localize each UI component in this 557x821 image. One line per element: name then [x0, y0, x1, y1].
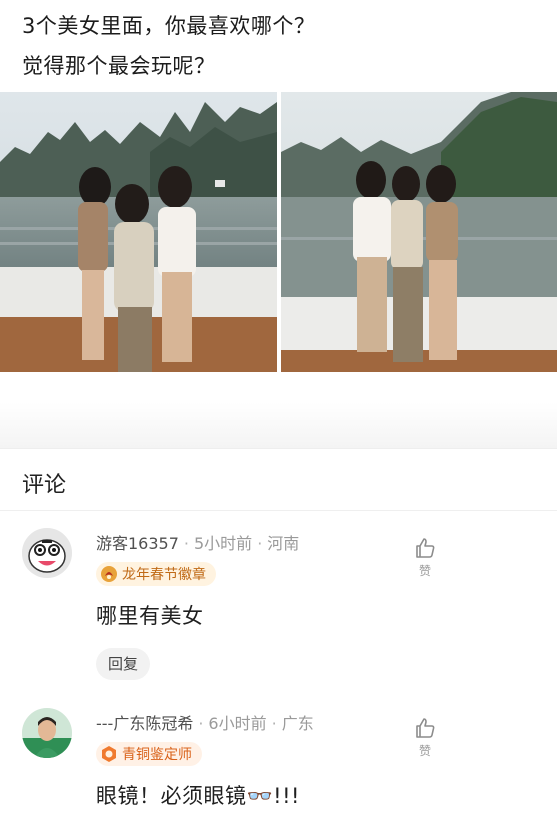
user-badge[interactable]: 青铜鉴定师	[96, 742, 202, 766]
like-label: 赞	[418, 744, 431, 758]
thumbs-up-icon	[416, 718, 435, 738]
comment-meta: ---广东陈冠希 · 6小时前 · 广东	[96, 714, 314, 733]
comments-title: 评论	[22, 473, 67, 498]
photo-1[interactable]	[0, 92, 277, 372]
comment-item: ---广东陈冠希 · 6小时前 · 广东 青铜鉴定师 眼镜！必须眼镜👓!!! 赞	[0, 706, 557, 821]
comment-username[interactable]: 游客16357	[96, 534, 179, 553]
like-button[interactable]: 赞	[410, 716, 440, 759]
reply-button[interactable]: 回复	[96, 648, 151, 680]
comments-header: 评论	[0, 448, 557, 510]
avatar[interactable]	[22, 528, 72, 578]
comment-text: 哪里有美女	[96, 604, 204, 628]
post-text: 3个美女里面，你最喜欢哪个？ 觉得那个最会玩呢？	[22, 6, 542, 86]
comment-username[interactable]: ---广东陈冠希	[96, 714, 193, 733]
photo-grid	[0, 92, 557, 372]
like-label: 赞	[418, 564, 431, 578]
user-badge[interactable]: 龙年春节徽章	[96, 562, 216, 586]
comment-meta: 游客16357 · 5小时前 · 河南	[96, 534, 300, 553]
section-divider	[0, 372, 557, 448]
dragon-badge-icon	[101, 566, 117, 582]
comment-item: 游客16357 · 5小时前 · 河南 龙年春节徽章 哪里有美女 回复 赞	[0, 526, 557, 696]
comment-time: 5小时前	[194, 534, 253, 553]
avatar[interactable]	[22, 708, 72, 758]
comments-divider	[0, 510, 557, 511]
comment-text: 眼镜！必须眼镜👓!!!	[96, 784, 300, 808]
post-title-line-2: 觉得那个最会玩呢？	[22, 54, 216, 78]
photo-2[interactable]	[281, 92, 557, 372]
comment-location: 河南	[267, 534, 300, 553]
comment-time: 6小时前	[208, 714, 267, 733]
post-title-line-1: 3个美女里面，你最喜欢哪个？	[22, 14, 316, 38]
badge-label: 龙年春节徽章	[122, 567, 206, 583]
like-button[interactable]: 赞	[410, 536, 440, 579]
bronze-badge-icon	[102, 746, 116, 762]
badge-label: 青铜鉴定师	[122, 747, 192, 763]
thumbs-up-icon	[416, 538, 435, 558]
comment-location: 广东	[281, 714, 314, 733]
